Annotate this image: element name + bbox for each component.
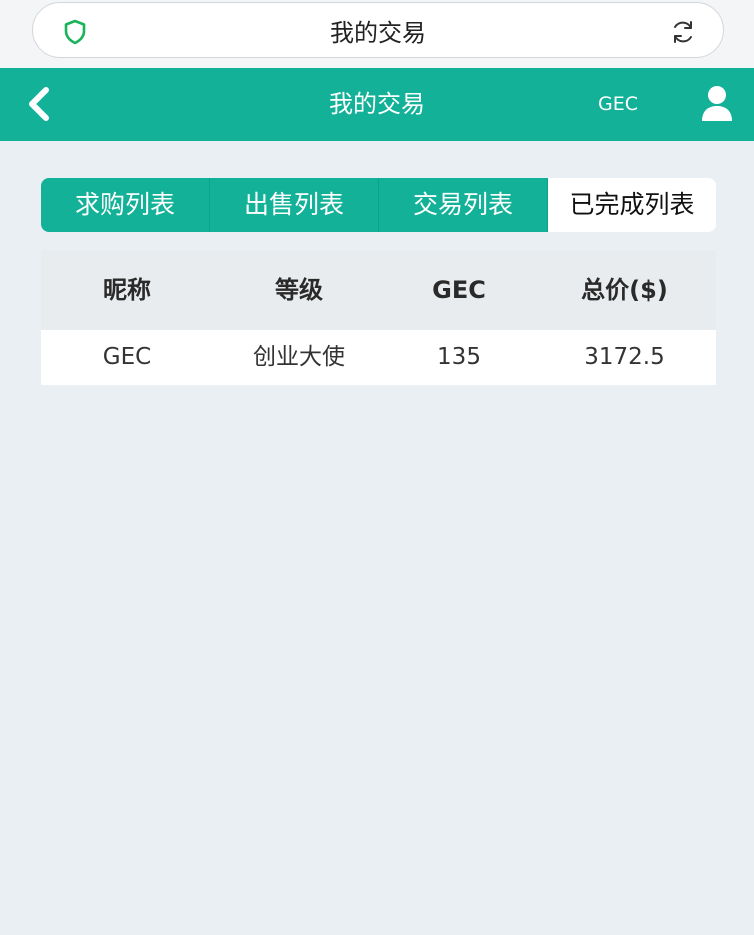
address-bar[interactable]: 我的交易 [32,2,724,58]
column-header-level: 等级 [275,276,323,304]
address-title: 我的交易 [330,18,426,47]
user-icon[interactable] [700,85,734,123]
column-header-total-price: 总价($) [581,276,668,304]
cell-total-price: 3172.5 [584,344,665,370]
shield-icon [64,19,86,45]
user-name-label[interactable]: GEC [586,68,650,141]
cell-gec: 135 [437,344,481,370]
column-header-nickname: 昵称 [103,276,151,304]
page-header: 我的交易 GEC [0,68,754,141]
tab-bar: 求购列表 出售列表 交易列表 已完成列表 [41,178,716,232]
tab-completed-list[interactable]: 已完成列表 [547,178,716,232]
completed-trades-table: 昵称 等级 GEC 总价($) GEC 创业大使 135 3172.5 [41,250,716,385]
table-header-row: 昵称 等级 GEC 总价($) [41,250,716,330]
tab-trade-list[interactable]: 交易列表 [378,178,547,232]
browser-top-area: 我的交易 [0,0,754,68]
tab-buy-list[interactable]: 求购列表 [41,178,209,232]
cell-nickname: GEC [102,344,152,370]
column-header-gec: GEC [432,276,486,304]
table-row[interactable]: GEC 创业大使 135 3172.5 [41,330,716,385]
tab-sell-list[interactable]: 出售列表 [209,178,378,232]
refresh-icon[interactable] [669,18,697,46]
cell-level: 创业大使 [253,344,345,370]
table-body: GEC 创业大使 135 3172.5 [41,330,716,385]
